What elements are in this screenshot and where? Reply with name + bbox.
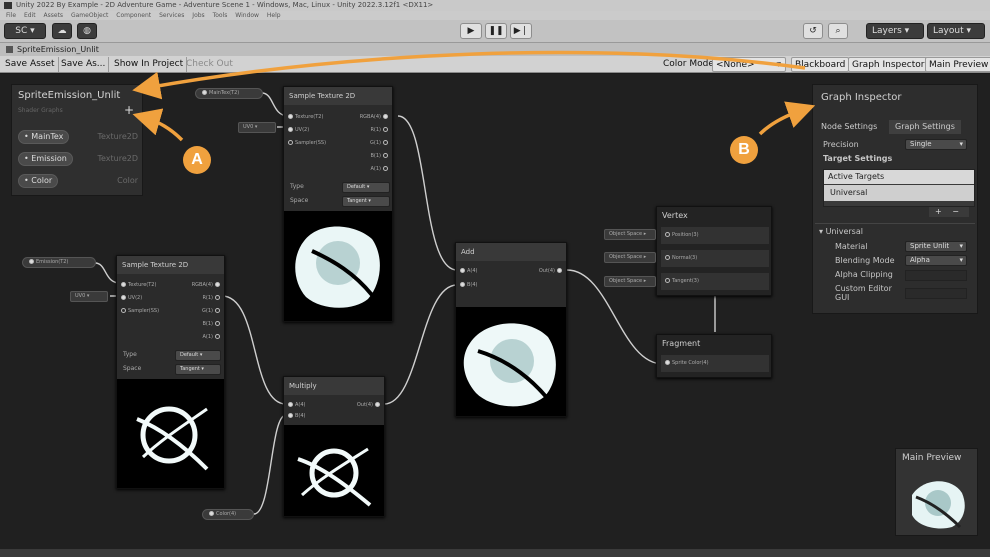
- callout-badge-a: A: [183, 146, 211, 174]
- status-bar: [0, 549, 990, 557]
- callout-badge-b: B: [730, 136, 758, 164]
- callout-arrows: [132, 50, 816, 142]
